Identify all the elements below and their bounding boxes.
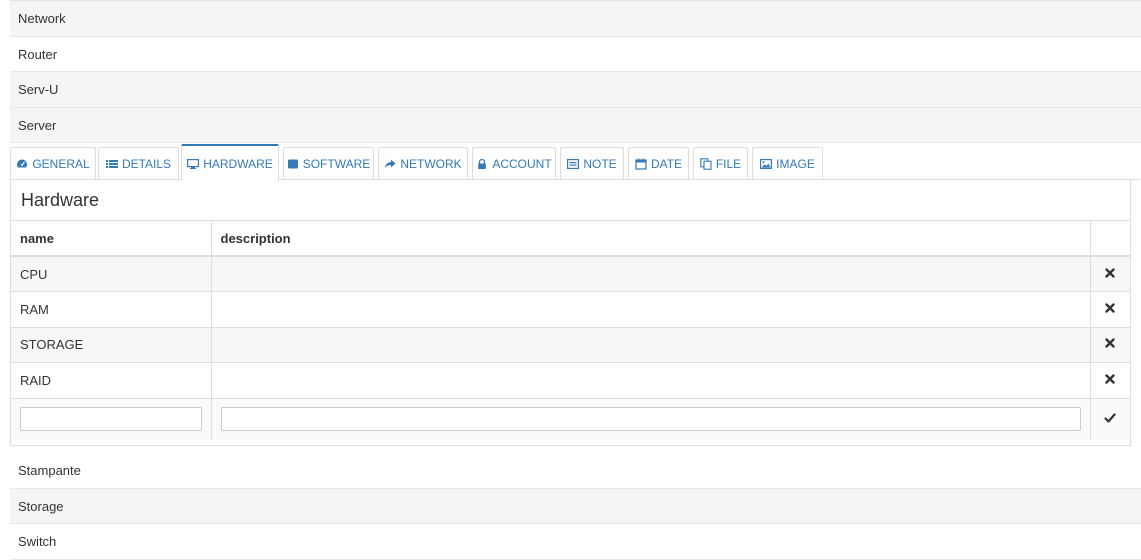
tab-account[interactable]: ACCOUNT (472, 147, 556, 180)
tab-label: IMAGE (776, 157, 815, 171)
tab-label: SOFTWARE (302, 157, 371, 171)
tab-general[interactable]: GENERAL (10, 147, 96, 180)
tab-bar: GENERAL DETAILS HARDWARE SOFTWARE NETWOR… (10, 143, 1141, 181)
category-item-router[interactable]: Router (10, 37, 1141, 72)
table-header-row: name description (11, 221, 1130, 257)
lock-icon (478, 158, 487, 169)
row-description[interactable] (211, 256, 1091, 292)
tab-label: NOTE (583, 157, 617, 171)
row-name: RAID (11, 362, 212, 399)
category-item-storage[interactable]: Storage (10, 488, 1141, 524)
category-list-bottom: Stampante Storage Switch (10, 453, 1141, 560)
tab-network[interactable]: NETWORK (378, 147, 468, 180)
copy-icon (700, 158, 712, 170)
tab-image[interactable]: IMAGE (752, 147, 823, 180)
delete-icon[interactable] (1104, 267, 1116, 279)
image-icon (760, 159, 773, 170)
tab-label: NETWORK (400, 157, 462, 171)
row-description[interactable] (211, 362, 1091, 399)
row-name: STORAGE (11, 327, 212, 363)
category-item-stampante[interactable]: Stampante (10, 453, 1141, 489)
tab-date[interactable]: DATE (628, 147, 689, 180)
new-name-input[interactable] (20, 407, 202, 432)
tab-hardware[interactable]: HARDWARE (181, 144, 279, 181)
table-row: RAID (11, 362, 1130, 399)
delete-icon[interactable] (1104, 337, 1116, 349)
tab-label: HARDWARE (203, 156, 273, 171)
column-header-description: description (211, 221, 1091, 257)
category-item-server[interactable]: Server (10, 107, 1141, 143)
tab-note[interactable]: NOTE (560, 147, 624, 180)
column-header-actions (1090, 221, 1130, 257)
desktop-icon (187, 158, 200, 169)
table-row: RAM (11, 291, 1130, 328)
list-icon (105, 160, 118, 168)
category-item-switch[interactable]: Switch (10, 524, 1141, 560)
row-description[interactable] (211, 291, 1091, 328)
column-header-name: name (11, 221, 212, 257)
stop-icon (287, 159, 298, 169)
tab-details[interactable]: DETAILS (98, 147, 179, 180)
category-list-top: Network Router Serv-U Server (10, 0, 1141, 143)
hardware-table: name description CPU RAM STORAGE RAID (11, 221, 1130, 440)
row-description[interactable] (211, 327, 1091, 363)
category-item-serv-u[interactable]: Serv-U (10, 72, 1141, 108)
row-name: CPU (11, 256, 212, 292)
tachometer-icon (17, 159, 28, 168)
calendar-icon (635, 158, 647, 170)
tab-label: ACCOUNT (492, 157, 552, 171)
table-row: CPU (11, 256, 1130, 292)
table-row: STORAGE (11, 327, 1130, 363)
new-description-input[interactable] (220, 407, 1081, 432)
tab-label: DATE (650, 157, 683, 171)
delete-icon[interactable] (1104, 373, 1116, 385)
panel-title: Hardware (11, 180, 1130, 221)
delete-icon[interactable] (1104, 302, 1116, 314)
tab-label: GENERAL (32, 157, 90, 171)
tab-label: FILE (715, 157, 742, 171)
category-item-network[interactable]: Network (10, 1, 1141, 37)
page: Network Router Serv-U Server GENERAL DET… (0, 0, 1141, 560)
row-name: RAM (11, 291, 212, 328)
confirm-check-icon[interactable] (1104, 412, 1116, 424)
list-alt-icon (567, 159, 580, 170)
tab-software[interactable]: SOFTWARE (283, 147, 374, 180)
new-row (11, 398, 1130, 440)
share-icon (385, 159, 396, 169)
tab-file[interactable]: FILE (693, 147, 748, 180)
hardware-panel: Hardware name description CPU RAM STORAG… (10, 180, 1131, 446)
tab-label: DETAILS (121, 157, 172, 171)
